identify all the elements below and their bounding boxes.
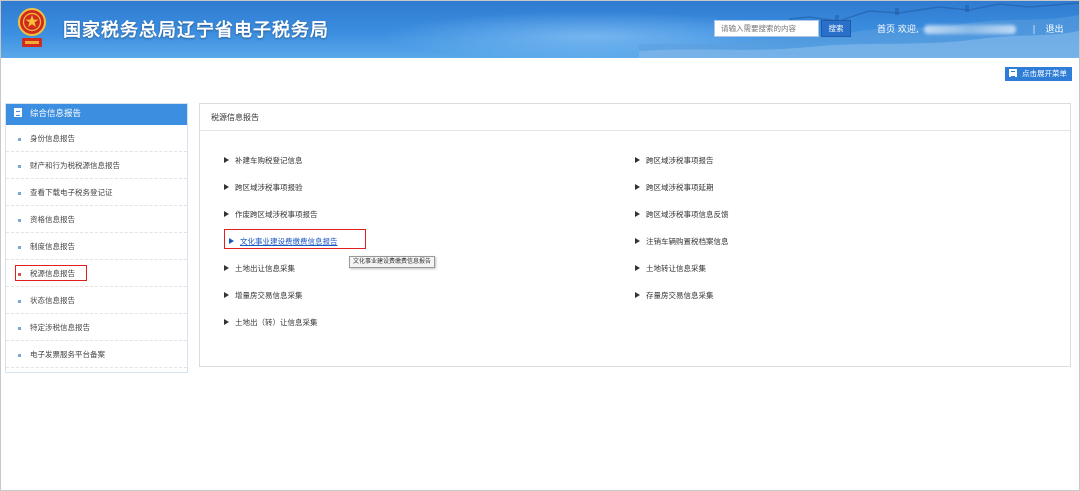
play-arrow-icon xyxy=(229,238,234,244)
link-cross-region-feedback[interactable]: 跨区域涉税事项信息反馈 xyxy=(635,210,729,220)
highlight-box xyxy=(15,265,87,281)
play-arrow-icon xyxy=(224,211,229,217)
sidebar-item-qualification-report[interactable]: 资格信息报告 xyxy=(6,206,187,233)
search-input[interactable] xyxy=(714,20,819,37)
nav-separator: | xyxy=(1032,25,1036,35)
sidebar-item-label: 查看下载电子税务登记证 xyxy=(30,188,113,197)
home-link[interactable]: 首页 xyxy=(877,25,895,35)
menu-icon xyxy=(1009,69,1017,77)
play-arrow-icon xyxy=(224,265,229,271)
link-land-resale-collection[interactable]: 土地转让信息采集 xyxy=(635,264,706,274)
panel-title: 税源信息报告 xyxy=(200,104,1070,131)
sidebar-item-label: 电子发票服务平台备案 xyxy=(30,350,105,359)
sidebar: 综合信息报告 身份信息报告 财产和行为税税源信息报告 查看下载电子税务登记证 资… xyxy=(5,103,188,373)
bullet-icon xyxy=(18,165,21,168)
bullet-icon xyxy=(18,138,21,141)
sidebar-item-identity-report[interactable]: 身份信息报告 xyxy=(6,125,187,152)
expand-menu-button[interactable]: 点击展开菜单 xyxy=(1005,67,1072,81)
sidebar-item-label: 身份信息报告 xyxy=(30,134,75,143)
play-arrow-icon xyxy=(635,265,640,271)
link-existing-housing-collection[interactable]: 存量房交易信息采集 xyxy=(635,291,714,301)
main-panel: 税源信息报告 补建车购税登记信息 跨区域涉税事项报验 作废跨区域涉税事项报告 文… xyxy=(199,103,1071,367)
national-emblem-logo xyxy=(18,8,46,47)
link-new-housing-collection[interactable]: 增量房交易信息采集 xyxy=(224,291,303,301)
expand-menu-label: 点击展开菜单 xyxy=(1022,69,1067,78)
play-arrow-icon xyxy=(224,157,229,163)
play-arrow-icon xyxy=(224,319,229,325)
user-nav: 首页 欢迎, | 退出 xyxy=(877,22,1063,35)
play-arrow-icon xyxy=(635,184,640,190)
link-land-transfer-collection[interactable]: 土地出让信息采集 xyxy=(224,264,295,274)
sidebar-item-label: 财产和行为税税源信息报告 xyxy=(30,161,120,170)
link-cross-region-report[interactable]: 跨区域涉税事项报告 xyxy=(635,156,714,166)
app-window: 国家税务总局辽宁省电子税务局 搜索 首页 欢迎, | 退出 点击展开菜单 综合信… xyxy=(0,0,1080,491)
link-land-sale-transfer-collection[interactable]: 土地出（转）让信息采集 xyxy=(224,318,318,328)
sidebar-title: 综合信息报告 xyxy=(30,109,82,119)
sidebar-header[interactable]: 综合信息报告 xyxy=(6,104,187,125)
sidebar-item-specific-tax-report[interactable]: 特定涉税信息报告 xyxy=(6,314,187,341)
logout-link[interactable]: 退出 xyxy=(1045,25,1063,35)
link-tooltip: 文化事业建设费缴费信息报告 xyxy=(349,256,436,268)
sidebar-item-tax-registration-cert[interactable]: 查看下载电子税务登记证 xyxy=(6,179,187,206)
bullet-icon xyxy=(18,327,21,330)
play-arrow-icon xyxy=(635,292,640,298)
sidebar-item-label: 资格信息报告 xyxy=(30,215,75,224)
search-button[interactable]: 搜索 xyxy=(821,20,851,37)
sidebar-item-system-report[interactable]: 制度信息报告 xyxy=(6,233,187,260)
site-header: 国家税务总局辽宁省电子税务局 搜索 首页 欢迎, | 退出 xyxy=(1,1,1079,58)
sidebar-item-status-report[interactable]: 状态信息报告 xyxy=(6,287,187,314)
bullet-icon xyxy=(18,300,21,303)
sidebar-item-label: 状态信息报告 xyxy=(30,296,75,305)
link-cancel-vehicle-tax-archive[interactable]: 注销车辆购置税档案信息 xyxy=(635,237,729,247)
sidebar-item-property-tax-source[interactable]: 财产和行为税税源信息报告 xyxy=(6,152,187,179)
play-arrow-icon xyxy=(635,238,640,244)
play-arrow-icon xyxy=(635,157,640,163)
sidebar-item-e-invoice-filing[interactable]: 电子发票服务平台备案 xyxy=(6,341,187,368)
play-arrow-icon xyxy=(635,211,640,217)
bullet-icon xyxy=(18,354,21,357)
play-arrow-icon xyxy=(224,184,229,190)
play-arrow-icon xyxy=(224,292,229,298)
link-cross-region-inspection[interactable]: 跨区域涉税事项报验 xyxy=(224,183,303,193)
link-cross-region-extension[interactable]: 跨区域涉税事项延期 xyxy=(635,183,714,193)
link-culture-fee-report[interactable]: 文化事业建设费缴费信息报告 xyxy=(229,237,338,247)
document-icon xyxy=(14,108,22,117)
bullet-icon xyxy=(18,219,21,222)
bullet-icon xyxy=(18,273,21,276)
bullet-icon xyxy=(18,246,21,249)
sidebar-item-label: 特定涉税信息报告 xyxy=(30,323,90,332)
welcome-label: 欢迎, xyxy=(897,25,919,35)
redacted-user-name xyxy=(923,25,1016,34)
link-vehicle-tax-registration[interactable]: 补建车购税登记信息 xyxy=(224,156,303,166)
bullet-icon xyxy=(18,192,21,195)
link-void-cross-region-report[interactable]: 作废跨区域涉税事项报告 xyxy=(224,210,318,220)
site-title: 国家税务总局辽宁省电子税务局 xyxy=(63,20,329,41)
sidebar-item-tax-source-report[interactable]: 税源信息报告 xyxy=(6,260,187,287)
sidebar-item-label: 制度信息报告 xyxy=(30,242,75,251)
